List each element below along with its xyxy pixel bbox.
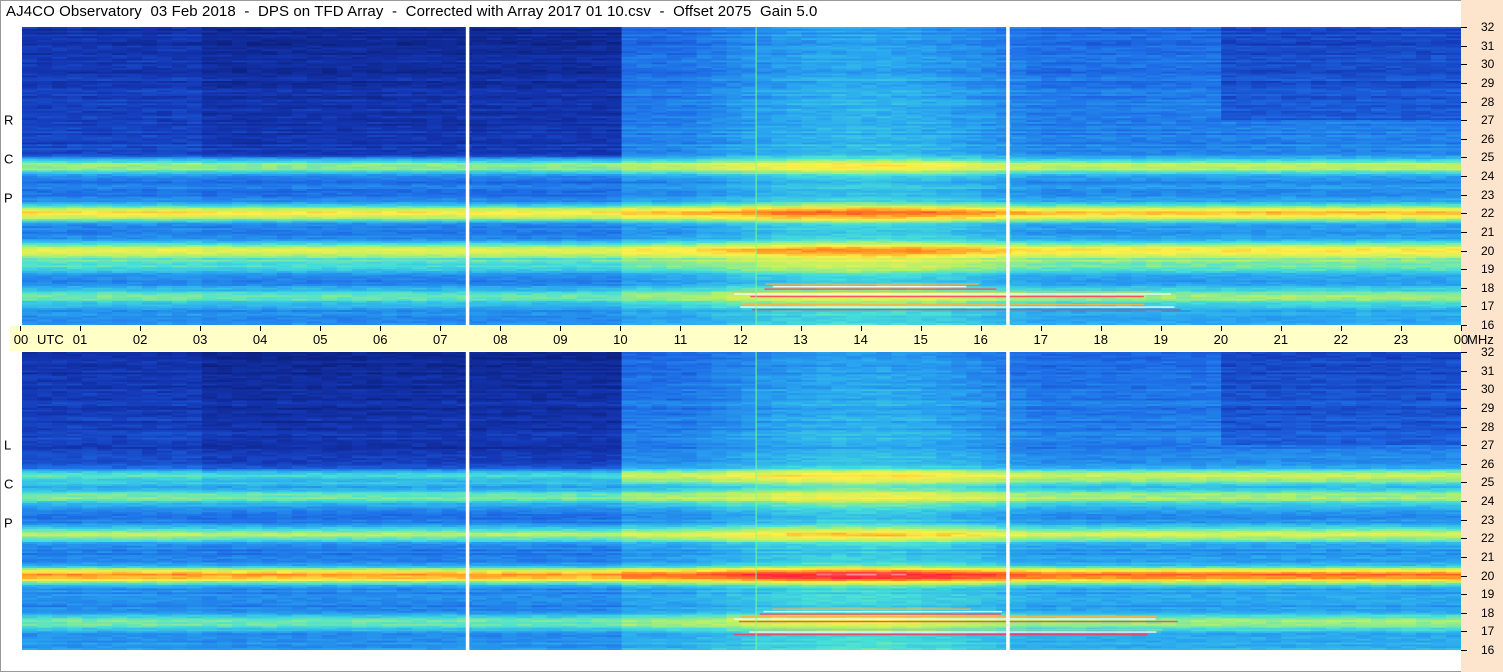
rcp-spectrogram-panel [22, 27, 1461, 325]
spectrogram-cells [22, 27, 1461, 325]
chart-title: AJ4CO Observatory 03 Feb 2018 - DPS on T… [6, 3, 818, 20]
rcp-spectrogram-svg [22, 27, 1461, 325]
